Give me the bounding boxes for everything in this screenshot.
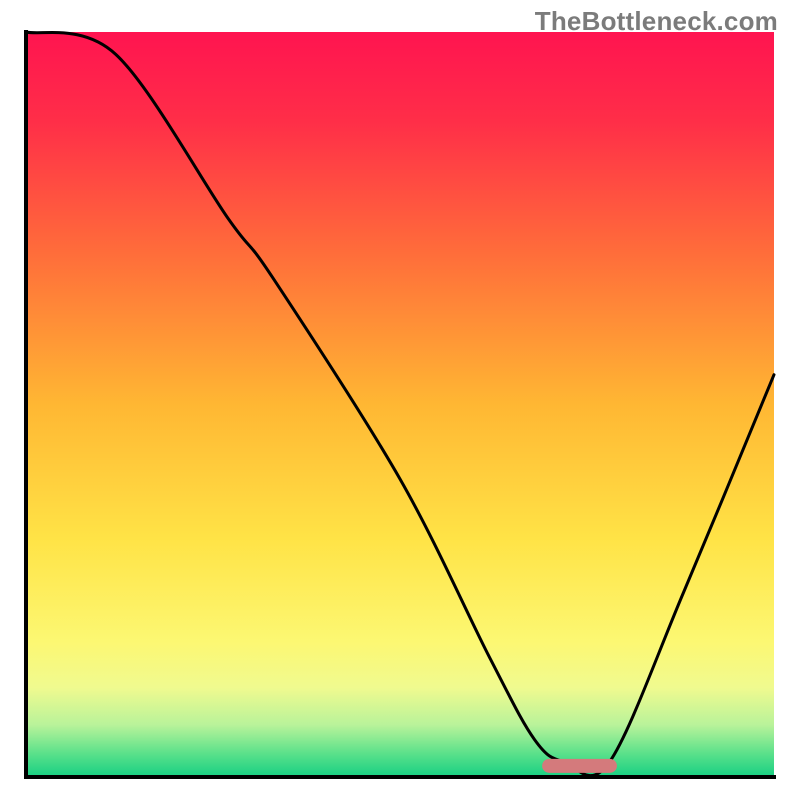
chart-frame: TheBottleneck.com bbox=[0, 0, 800, 800]
bottleneck-chart bbox=[0, 0, 800, 800]
plot-background bbox=[26, 32, 774, 777]
watermark-text: TheBottleneck.com bbox=[535, 6, 778, 37]
optimal-marker bbox=[542, 759, 617, 773]
